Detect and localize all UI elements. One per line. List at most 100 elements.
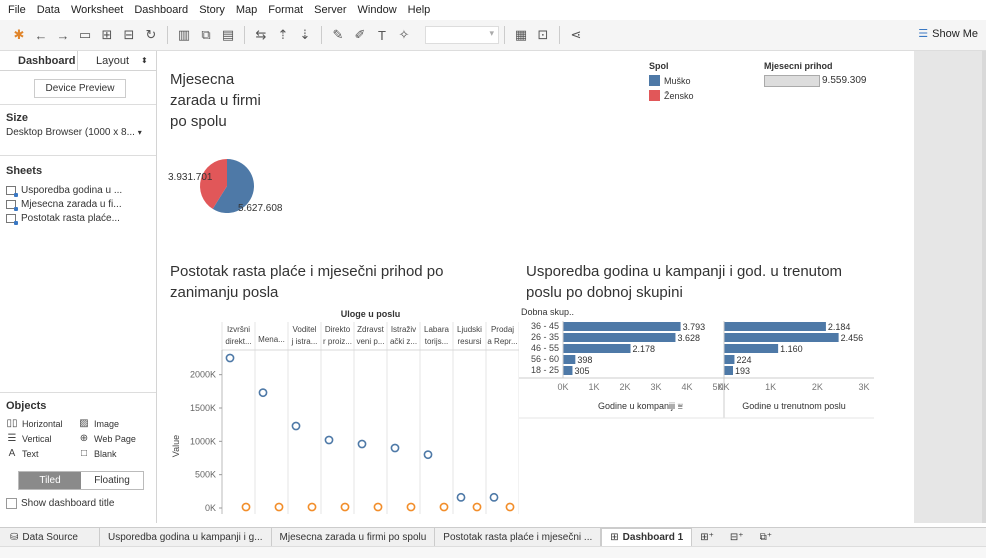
category-label: j istra... xyxy=(291,337,318,346)
tab-sheet[interactable]: Postotak rasta plaće i mjesečni ... xyxy=(435,527,602,547)
menu-worksheet[interactable]: Worksheet xyxy=(71,4,123,16)
group-icon[interactable]: ✐ xyxy=(349,24,371,46)
objects-title: Objects xyxy=(6,400,47,412)
sort-ascending-icon[interactable]: ⇡ xyxy=(272,24,294,46)
sheet-item[interactable]: Postotak rasta plaće... xyxy=(6,213,120,225)
tab-sheet[interactable]: Mjesecna zarada u firmi po spolu xyxy=(272,527,436,547)
legend-item-musko[interactable]: Muško xyxy=(649,75,691,86)
bar-chart[interactable]: Dobna skup.. 36 - 45 3.793 2.184 26 - 35 3.62… xyxy=(519,306,879,436)
tab-layout[interactable]: Layout ⬍ xyxy=(78,51,156,70)
legend-label: Žensko xyxy=(664,90,694,101)
share-icon[interactable]: ⋖ xyxy=(565,24,587,46)
bar-value-label: 2.184 xyxy=(828,322,851,332)
category-label: Istraživ xyxy=(391,325,416,334)
menu-help[interactable]: Help xyxy=(408,4,431,16)
scatter-chart[interactable]: Uloge u poslu Izvršni direkt... Mena... Vodi… xyxy=(157,306,519,523)
size-dropdown[interactable]: Desktop Browser (1000 x 8... ▾ xyxy=(6,127,142,138)
object-web-page[interactable]: ⊕ Web Page xyxy=(78,433,136,444)
new-worksheet-tab-icon[interactable]: ⊞⁺ xyxy=(692,528,722,547)
menu-format[interactable]: Format xyxy=(268,4,303,16)
database-icon: ⛁ xyxy=(10,531,19,543)
object-vertical[interactable]: ☰ Vertical xyxy=(6,433,52,444)
image-icon: ▨ xyxy=(79,418,89,429)
legend-item-zensko[interactable]: Žensko xyxy=(649,90,694,101)
category-label: Voditel xyxy=(292,325,316,334)
pause-updates-icon[interactable]: ⊟ xyxy=(118,24,140,46)
tableau-logo-icon[interactable]: ✱ xyxy=(8,24,30,46)
menu-window[interactable]: Window xyxy=(358,4,397,16)
bar-godine-u-kompaniji xyxy=(563,322,681,331)
back-arrow-icon[interactable]: ← xyxy=(30,24,52,46)
menu-map[interactable]: Map xyxy=(236,4,257,16)
scatter-point-blue xyxy=(225,353,235,363)
size-value: Desktop Browser (1000 x 8... xyxy=(6,127,135,138)
sort-descending-icon[interactable]: ⇣ xyxy=(294,24,316,46)
tab-sheet[interactable]: Usporedba godina u kampanji i g... xyxy=(100,527,272,547)
scatter-title-line: zanimanju posla xyxy=(170,284,279,301)
show-title-option[interactable]: Show dashboard title xyxy=(6,498,114,509)
object-text[interactable]: A Text xyxy=(6,448,39,459)
y-axis-label: Value xyxy=(171,435,181,457)
tiled-floating-toggle: Tiled Floating xyxy=(18,471,144,490)
save-icon[interactable]: ▭ xyxy=(74,24,96,46)
toolbar-divider xyxy=(244,26,245,44)
object-label: Web Page xyxy=(94,433,136,444)
sheet-item[interactable]: Usporedba godina u ... xyxy=(6,185,122,197)
scatter-point-orange xyxy=(373,502,383,512)
scatter-title: Postotak rasta plaće i mjesečni prihod p… xyxy=(170,261,443,303)
sheet-item[interactable]: Mjesecna zarada u fi... xyxy=(6,199,122,211)
duplicate-icon[interactable]: ⧉ xyxy=(195,24,217,46)
new-story-tab-icon[interactable]: ⧉⁺ xyxy=(752,528,780,547)
menu-dashboard[interactable]: Dashboard xyxy=(134,4,188,16)
swap-icon[interactable]: ⇆ xyxy=(250,24,272,46)
bar-title: Usporedba godina u kampanji i god. u tre… xyxy=(526,261,842,303)
object-blank[interactable]: □ Blank xyxy=(78,448,117,459)
object-horizontal[interactable]: ▯▯ Horizontal xyxy=(6,418,62,429)
refresh-icon[interactable]: ↻ xyxy=(140,24,162,46)
category-label: Prodaj xyxy=(491,325,514,334)
vertical-scrollbar[interactable] xyxy=(982,51,986,523)
show-cards-icon[interactable]: ▦ xyxy=(510,24,532,46)
y-tick-label: 500K xyxy=(195,470,216,480)
scatter-point-blue xyxy=(489,492,499,502)
show-title-label: Show dashboard title xyxy=(21,498,115,509)
show-title-checkbox[interactable] xyxy=(6,498,17,509)
fit-dropdown[interactable] xyxy=(425,26,499,44)
tiled-button[interactable]: Tiled xyxy=(19,472,81,489)
presentation-icon[interactable]: ⊡ xyxy=(532,24,554,46)
bar-godine-u-kompaniji xyxy=(563,366,573,375)
menu-story[interactable]: Story xyxy=(199,4,225,16)
bar-godine-u-trenutnom-poslu xyxy=(724,344,779,353)
legend-label: Muško xyxy=(664,75,691,86)
floating-button[interactable]: Floating xyxy=(81,472,143,489)
menu-file[interactable]: File xyxy=(8,4,26,16)
worksheet-icon xyxy=(6,186,18,197)
age-group-label: 36 - 45 xyxy=(531,321,559,331)
menu-data[interactable]: Data xyxy=(37,4,60,16)
category-label: Ljudski xyxy=(457,325,482,334)
object-image[interactable]: ▨ Image xyxy=(78,418,119,429)
category-label: ački z... xyxy=(390,337,417,346)
worksheet-icon xyxy=(6,214,18,225)
pin-icon[interactable]: ✧ xyxy=(393,24,415,46)
tab-data-source[interactable]: ⛁ Data Source xyxy=(0,527,100,547)
bar-value-label: 193 xyxy=(735,366,750,376)
pie-chart[interactable]: 5.627.608 3.931.701 xyxy=(167,156,287,231)
sheet-item-label: Mjesecna zarada u fi... xyxy=(21,199,122,210)
x-tick-label: 2K xyxy=(619,382,630,392)
highlight-icon[interactable]: ✎ xyxy=(327,24,349,46)
category-label: r proiz... xyxy=(323,337,352,346)
device-preview-button[interactable]: Device Preview xyxy=(34,79,126,98)
new-dashboard-tab-icon[interactable]: ⊟⁺ xyxy=(722,528,752,547)
clear-sheet-icon[interactable]: ▤ xyxy=(217,24,239,46)
new-datasource-icon[interactable]: ⊞ xyxy=(96,24,118,46)
tab-dashboard[interactable]: Dashboard xyxy=(0,51,78,70)
menu-server[interactable]: Server xyxy=(314,4,346,16)
forward-arrow-icon[interactable]: → xyxy=(52,24,74,46)
labels-icon[interactable]: T xyxy=(371,24,393,46)
sheet-item-label: Postotak rasta plaće... xyxy=(21,213,120,224)
bar-value-label: 1.160 xyxy=(780,344,803,354)
tab-dashboard-1[interactable]: ⊞ Dashboard 1 xyxy=(601,527,693,547)
new-worksheet-icon[interactable]: ▥ xyxy=(173,24,195,46)
show-me-button[interactable]: ☰ Show Me xyxy=(918,27,978,41)
